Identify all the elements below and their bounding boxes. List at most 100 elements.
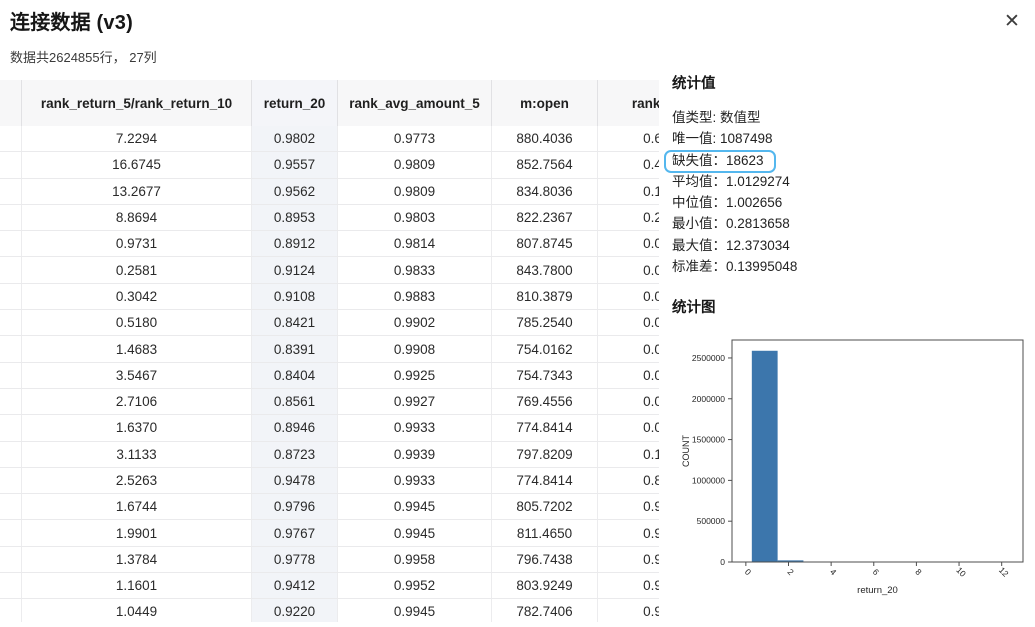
cell-value: 2.5263 <box>116 473 157 488</box>
x-tick-label-group: 6 <box>871 567 882 578</box>
table-row: 1.67440.97960.9945805.72020.9 <box>0 494 659 520</box>
table-row: 1.16010.94120.9952803.92490.9 <box>0 573 659 599</box>
cell-value: 0.9927 <box>394 394 435 409</box>
cell-value: 7.2294 <box>116 131 157 146</box>
column-header[interactable]: return_20 <box>252 80 338 126</box>
x-tick-label: 4 <box>828 567 839 578</box>
x-axis-title: return_20 <box>857 585 898 596</box>
table-cell: 0.9478 <box>252 468 338 493</box>
cell-value: 2.7106 <box>116 394 157 409</box>
x-tick-label: 10 <box>954 565 968 579</box>
cell-value: 0.0 <box>643 394 659 409</box>
table-cell: 13.2677 <box>22 179 252 204</box>
table-cell: 0.4 <box>598 152 659 177</box>
x-tick-label-group: 4 <box>828 567 839 578</box>
cell-value: 754.0162 <box>516 342 572 357</box>
column-header[interactable]: m:open <box>492 80 598 126</box>
table-cell: 852.7564 <box>492 152 598 177</box>
cell-value: 0.6 <box>643 131 659 146</box>
cell-value: 8.8694 <box>116 210 157 225</box>
table-cell: 810.3879 <box>492 284 598 309</box>
x-tick-label: 2 <box>785 567 796 578</box>
table-cell: 0.9802 <box>252 126 338 151</box>
cell-value: 0.9108 <box>274 289 315 304</box>
cell-value: 774.8414 <box>516 420 572 435</box>
cell-value: 0.9124 <box>274 263 315 278</box>
x-tick-label-group: 8 <box>913 567 924 578</box>
cell-value: 796.7438 <box>516 552 572 567</box>
histogram-svg: 0500000100000015000002000000250000002468… <box>678 322 1032 622</box>
table-cell: 754.7343 <box>492 363 598 388</box>
cell-value: 0.9933 <box>394 420 435 435</box>
cell-value: 0.9478 <box>274 473 315 488</box>
y-tick-label: 0 <box>720 557 725 567</box>
column-header[interactable]: rank_avg_amount_5 <box>338 80 492 126</box>
table-cell <box>0 310 22 335</box>
table-cell: 0.9939 <box>338 442 492 467</box>
table-cell: 803.9249 <box>492 573 598 598</box>
table-cell: 782.7406 <box>492 599 598 622</box>
table-cell <box>0 389 22 414</box>
table-row: 0.97310.89120.9814807.87450.0 <box>0 231 659 257</box>
cell-value: 0.8953 <box>274 210 315 225</box>
cell-value: 0.0 <box>643 263 659 278</box>
table-cell <box>0 336 22 361</box>
cell-value: 1.4683 <box>116 342 157 357</box>
table-cell: 0.9927 <box>338 389 492 414</box>
y-tick-label: 2000000 <box>692 394 725 404</box>
cell-value: 0.1 <box>643 447 659 462</box>
table-cell: 0.9 <box>598 573 659 598</box>
cell-value: 3.1133 <box>116 447 156 462</box>
cell-value: 0.9 <box>643 552 659 567</box>
table-cell: 3.1133 <box>22 442 252 467</box>
table-cell: 3.5467 <box>22 363 252 388</box>
table-row: 0.25810.91240.9833843.78000.0 <box>0 257 659 283</box>
table-cell: 0.8912 <box>252 231 338 256</box>
stat-item: 唯一值: 1087498 <box>672 128 1028 149</box>
table-cell: 0.8421 <box>252 310 338 335</box>
cell-value: 0.0 <box>643 315 659 330</box>
table-cell: 1.4683 <box>22 336 252 361</box>
x-tick-label-group: 2 <box>785 567 796 578</box>
cell-value: 0.9958 <box>394 552 435 567</box>
table-cell: 0.9908 <box>338 336 492 361</box>
table-row: 8.86940.89530.9803822.23670.2 <box>0 205 659 231</box>
table-cell: 0.0 <box>598 363 659 388</box>
table-row: 3.54670.84040.9925754.73430.0 <box>0 363 659 389</box>
table-cell <box>0 442 22 467</box>
stat-item: 值类型: 数值型 <box>672 107 1028 128</box>
column-header[interactable]: rank_return_5/rank_return_10 <box>22 80 252 126</box>
chart-heading: 统计图 <box>672 296 716 317</box>
table-cell: 805.7202 <box>492 494 598 519</box>
close-icon[interactable]: ✕ <box>999 8 1025 34</box>
cell-value: 0.8723 <box>274 447 315 462</box>
cell-value: 822.2367 <box>516 210 572 225</box>
table-cell: 0.9 <box>598 547 659 572</box>
column-header[interactable]: rank_r <box>598 80 659 126</box>
column-header-label: rank_return_5/rank_return_10 <box>41 96 232 111</box>
cell-value: 16.6745 <box>112 157 161 172</box>
table-row: 3.11330.87230.9939797.82090.1 <box>0 442 659 468</box>
table-row: 7.22940.98020.9773880.40360.6 <box>0 126 659 152</box>
table-cell <box>0 205 22 230</box>
cell-value: 807.8745 <box>516 236 572 251</box>
table-cell: 0.9108 <box>252 284 338 309</box>
cell-value: 1.0449 <box>116 604 157 619</box>
cell-value: 0.9933 <box>394 473 435 488</box>
stats-chart: 0500000100000015000002000000250000002468… <box>678 322 1032 622</box>
cell-value: 13.2677 <box>112 184 161 199</box>
cell-value: 0.0 <box>643 368 659 383</box>
table-cell: 0.8391 <box>252 336 338 361</box>
table-cell: 0.9902 <box>338 310 492 335</box>
cell-value: 834.8036 <box>516 184 572 199</box>
cell-value: 0.9814 <box>394 236 435 251</box>
table-cell: 0.0 <box>598 284 659 309</box>
table-row: 1.46830.83910.9908754.01620.0 <box>0 336 659 362</box>
data-table: 0rank_return_5/rank_return_10return_20ra… <box>0 80 659 622</box>
table-cell: 0.9773 <box>338 126 492 151</box>
table-cell: 1.6370 <box>22 415 252 440</box>
table-cell: 2.7106 <box>22 389 252 414</box>
header-row: 0rank_return_5/rank_return_10return_20ra… <box>0 80 659 126</box>
table-cell: 0.0 <box>598 310 659 335</box>
table-cell <box>0 152 22 177</box>
